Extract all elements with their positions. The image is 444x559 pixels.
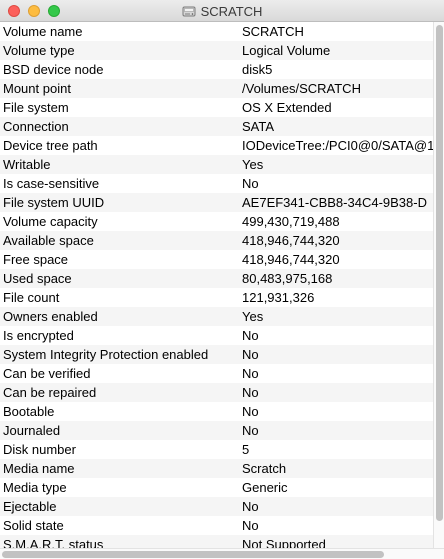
row-key: BSD device node: [3, 62, 104, 77]
row-value: Logical Volume: [242, 43, 331, 58]
table-row[interactable]: System Integrity Protection enabled No: [0, 345, 433, 364]
row-key: File count: [3, 290, 60, 305]
window-title: SCRATCH: [200, 3, 263, 19]
row-value: No: [242, 518, 259, 533]
table-row[interactable]: Writable Yes: [0, 155, 433, 174]
row-value: 5: [242, 442, 250, 457]
row-value: No: [242, 347, 259, 362]
table-row[interactable]: File system OS X Extended: [0, 98, 433, 117]
row-key: Free space: [3, 252, 69, 267]
row-value: SCRATCH: [242, 24, 304, 39]
row-key: Writable: [3, 157, 51, 172]
table-row[interactable]: File count 121,931,326: [0, 288, 433, 307]
table-row[interactable]: Can be repaired No: [0, 383, 433, 402]
table-row[interactable]: Media type Generic: [0, 478, 433, 497]
table-row[interactable]: Solid state No: [0, 516, 433, 535]
row-key: Can be verified: [3, 366, 91, 381]
row-value: No: [242, 366, 259, 381]
horizontal-scrollbar[interactable]: [0, 548, 444, 559]
table-row[interactable]: Available space 418,946,744,320: [0, 231, 433, 250]
row-key: System Integrity Protection enabled: [3, 347, 209, 362]
table-row[interactable]: Volume capacity 499,430,719,488: [0, 212, 433, 231]
row-key: Volume name: [3, 24, 83, 39]
row-value: 418,946,744,320: [242, 233, 340, 248]
table-row[interactable]: Device tree path IODeviceTree:/PCI0@0/SAT…: [0, 136, 433, 155]
row-value: 418,946,744,320: [242, 252, 340, 267]
row-key: Ejectable: [3, 499, 57, 514]
row-key: S.M.A.R.T. status: [3, 537, 104, 548]
row-key: Volume capacity: [3, 214, 98, 229]
row-key: Owners enabled: [3, 309, 98, 324]
row-value: SATA: [242, 119, 275, 134]
table-row[interactable]: Mount point/Volumes/SCRATCH: [0, 79, 433, 98]
row-value: 80,483,975,168: [242, 271, 333, 286]
row-value: No: [242, 404, 259, 419]
table-row[interactable]: Connection SATA: [0, 117, 433, 136]
table-row[interactable]: Is case-sensitive No: [0, 174, 433, 193]
row-key: Journaled: [3, 423, 61, 438]
row-key: Available space: [3, 233, 94, 248]
row-value: Yes: [242, 157, 264, 172]
table-row[interactable]: BSD device node disk5: [0, 60, 433, 79]
table-row[interactable]: Free space 418,946,744,320: [0, 250, 433, 269]
row-key: Mount point: [3, 81, 71, 96]
row-key: Solid state: [3, 518, 64, 533]
horizontal-scroll-thumb[interactable]: [2, 551, 384, 558]
row-value: No: [242, 385, 259, 400]
row-key: Disk number: [3, 442, 76, 457]
row-value: Scratch: [242, 461, 287, 476]
table-row[interactable]: File system UUID AE7EF341-CBB8-34C4-9B38-…: [0, 193, 433, 212]
table-row[interactable]: S.M.A.R.T. status Not Supported: [0, 535, 433, 548]
row-value: 499,430,719,488: [242, 214, 340, 229]
table-row[interactable]: Bootable No: [0, 402, 433, 421]
table-row[interactable]: Is encrypted No: [0, 326, 433, 345]
vertical-scrollbar[interactable]: [433, 22, 444, 548]
row-value: No: [242, 499, 259, 514]
table-row[interactable]: Disk number 5: [0, 440, 433, 459]
row-key: Bootable: [3, 404, 55, 419]
table-row[interactable]: Media name Scratch: [0, 459, 433, 478]
row-key: Media name: [3, 461, 75, 476]
row-key: File system: [3, 100, 69, 115]
row-value: IODeviceTree:/PCI0@0/SATA@1: [242, 138, 433, 153]
row-value: disk5: [242, 62, 273, 77]
row-value: No: [242, 328, 259, 343]
disk-icon: [182, 6, 196, 17]
row-value: /Volumes/SCRATCH: [242, 81, 361, 96]
row-key: Connection: [3, 119, 69, 134]
info-table: Volume name SCRATCH Volume type Logical Vol…: [0, 22, 433, 548]
row-value: No: [242, 176, 259, 191]
row-value: Yes: [242, 309, 264, 324]
table-row[interactable]: Journaled No: [0, 421, 433, 440]
vertical-scroll-thumb[interactable]: [436, 25, 443, 521]
table-row[interactable]: Volume type Logical Volume: [0, 41, 433, 60]
window-title-group: SCRATCH: [0, 0, 444, 22]
title-bar: SCRATCH: [0, 0, 444, 22]
table-row[interactable]: Volume name SCRATCH: [0, 22, 433, 41]
row-key: Is encrypted: [3, 328, 74, 343]
row-key: File system UUID: [3, 195, 105, 210]
row-value: AE7EF341-CBB8-34C4-9B38-D: [242, 195, 427, 210]
row-key: Is case-sensitive: [3, 176, 100, 191]
row-value: 121,931,326: [242, 290, 315, 305]
row-key: Device tree path: [3, 138, 98, 153]
table-row[interactable]: Ejectable No: [0, 497, 433, 516]
row-key: Can be repaired: [3, 385, 97, 400]
row-value: Generic: [242, 480, 288, 495]
table-row[interactable]: Can be verified No: [0, 364, 433, 383]
row-key: Media type: [3, 480, 67, 495]
table-row[interactable]: Used space 80,483,975,168: [0, 269, 433, 288]
row-value: OS X Extended: [242, 100, 332, 115]
row-key: Volume type: [3, 43, 75, 58]
row-key: Used space: [3, 271, 72, 286]
row-value: No: [242, 423, 259, 438]
row-value: Not Supported: [242, 537, 326, 548]
table-row[interactable]: Owners enabled Yes: [0, 307, 433, 326]
